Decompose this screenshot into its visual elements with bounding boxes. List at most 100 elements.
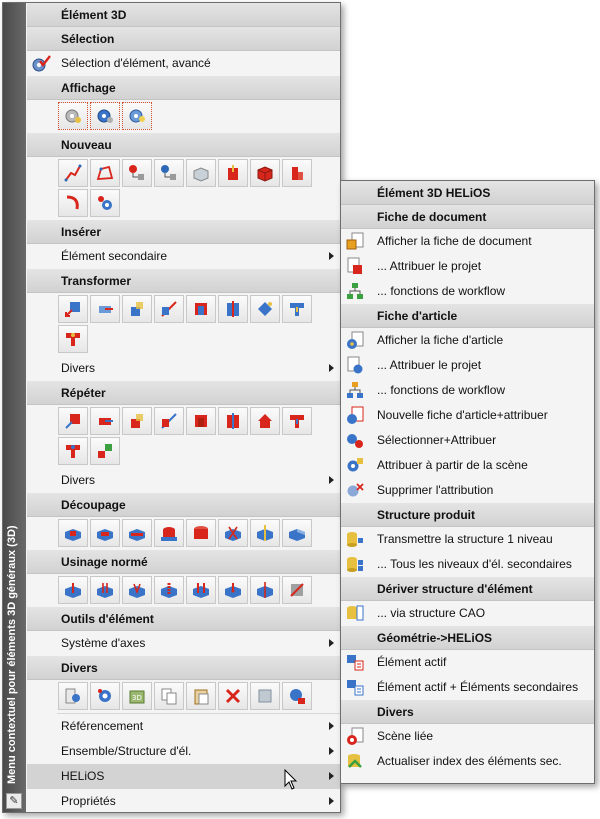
gear-image-icon[interactable] bbox=[282, 682, 312, 710]
paste-clipboard-icon[interactable] bbox=[186, 682, 216, 710]
menu-item-transformer-divers[interactable]: Divers bbox=[27, 356, 340, 381]
menu-item-secondary-element[interactable]: Élément secondaire bbox=[27, 244, 340, 269]
drill-hole-icon[interactable] bbox=[58, 576, 88, 604]
menu-item-label: Propriétés bbox=[61, 794, 116, 808]
menu-item-doc-workflow[interactable]: ... fonctions de workflow bbox=[341, 279, 594, 304]
repeat-move-icon[interactable] bbox=[58, 407, 88, 435]
translate-element-icon[interactable] bbox=[90, 295, 120, 323]
hole-pattern-icon[interactable] bbox=[186, 576, 216, 604]
menu-item-show-article[interactable]: Afficher la fiche d'article bbox=[341, 328, 594, 353]
active-element-secondary-icon bbox=[347, 680, 364, 696]
menu-item-show-document[interactable]: Afficher la fiche de document bbox=[341, 229, 594, 254]
menu-item-active-element[interactable]: Élément actif bbox=[341, 650, 594, 675]
menu-item-ensemble-structure[interactable]: Ensemble/Structure d'él. bbox=[27, 739, 340, 764]
cut-box-icon[interactable] bbox=[58, 519, 88, 547]
scale-element-icon[interactable] bbox=[186, 295, 216, 323]
show-element-gear-icon[interactable] bbox=[58, 102, 88, 130]
menu-item-proprietes[interactable]: Propriétés bbox=[27, 789, 340, 814]
menu-item-label: Nouvelle fiche d'article+attribuer bbox=[377, 408, 548, 422]
menu-item-repeter-divers[interactable]: Divers bbox=[27, 468, 340, 493]
menu-item-label: Transmettre la structure 1 niveau bbox=[377, 532, 553, 546]
section-header-selection: Sélection bbox=[27, 27, 340, 51]
repeat-pattern-icon[interactable] bbox=[90, 437, 120, 465]
new-rotation-body-icon[interactable] bbox=[282, 159, 312, 187]
sidebar-title: Menu contextuel pour éléments 3D générau… bbox=[6, 525, 18, 784]
chamfer-edge-icon[interactable] bbox=[282, 576, 312, 604]
new-block-grey-icon[interactable] bbox=[186, 159, 216, 187]
repeat-translate-icon[interactable] bbox=[90, 407, 120, 435]
countersink-icon[interactable] bbox=[122, 576, 152, 604]
3d-attribute-icon[interactable]: 3D bbox=[122, 682, 152, 710]
new-box-red-icon[interactable] bbox=[250, 159, 280, 187]
menu-item-structure-one-level[interactable]: Transmettre la structure 1 niveau bbox=[341, 527, 594, 552]
menu-item-structure-all-levels[interactable]: ... Tous les niveaux d'él. secondaires bbox=[341, 552, 594, 577]
new-sketch-icon[interactable] bbox=[90, 159, 120, 187]
repeat-mirror-icon[interactable] bbox=[154, 407, 184, 435]
copy-document-icon[interactable] bbox=[154, 682, 184, 710]
section-header-nouveau: Nouveau bbox=[27, 133, 340, 157]
menu-item-label: Supprimer l'attribution bbox=[377, 483, 494, 497]
section-header-divers: Divers bbox=[27, 656, 340, 680]
cut-corner-icon[interactable] bbox=[282, 519, 312, 547]
rotate-element-icon[interactable] bbox=[122, 295, 152, 323]
section-header-repeter: Répéter bbox=[27, 381, 340, 405]
menu-item-select-assign[interactable]: Sélectionner+Attribuer bbox=[341, 428, 594, 453]
menu-item-article-assign-project[interactable]: ... Attribuer le projet bbox=[341, 353, 594, 378]
cut-cylinder-icon[interactable] bbox=[154, 519, 184, 547]
linked-scene-icon bbox=[347, 727, 364, 745]
menu-item-referencement[interactable]: Référencement bbox=[27, 714, 340, 739]
new-extrusion-icon[interactable] bbox=[218, 159, 248, 187]
pen-icon[interactable]: ✎ bbox=[6, 793, 22, 809]
menu-item-axis-system[interactable]: Système d'axes bbox=[27, 631, 340, 656]
menu-item-doc-assign-project[interactable]: ... Attribuer le projet bbox=[341, 254, 594, 279]
gear-settings-icon[interactable] bbox=[90, 682, 120, 710]
blind-hole-icon[interactable] bbox=[218, 576, 248, 604]
new-sweep-icon[interactable] bbox=[58, 189, 88, 217]
new-assembly-red-icon[interactable] bbox=[122, 159, 152, 187]
section-header-deriver: Dériver structure d'élément bbox=[341, 577, 594, 601]
workflow-icon bbox=[347, 382, 363, 398]
section-header-fiche-article: Fiche d'article bbox=[341, 304, 594, 328]
cut-slot-icon[interactable] bbox=[122, 519, 152, 547]
section-header-outils: Outils d'élément bbox=[27, 607, 340, 631]
repeat-rotate-icon[interactable] bbox=[122, 407, 152, 435]
properties-gear-icon[interactable] bbox=[58, 682, 88, 710]
cut-scissors-icon[interactable] bbox=[218, 519, 248, 547]
menu-item-new-article-assign[interactable]: Nouvelle fiche d'article+attribuer bbox=[341, 403, 594, 428]
show-element-light-icon[interactable] bbox=[122, 102, 152, 130]
menu-item-remove-assignment[interactable]: Supprimer l'attribution bbox=[341, 478, 594, 503]
repeat-profile-icon[interactable] bbox=[282, 407, 312, 435]
new-polyline-icon[interactable] bbox=[58, 159, 88, 187]
repeat-house-icon[interactable] bbox=[250, 407, 280, 435]
menu-item-advanced-selection[interactable]: Sélection d'élément, avancé bbox=[27, 51, 340, 76]
through-hole-icon[interactable] bbox=[250, 576, 280, 604]
cut-plane-icon[interactable] bbox=[250, 519, 280, 547]
new-assembly-blue-icon[interactable] bbox=[154, 159, 184, 187]
delete-icon[interactable] bbox=[218, 682, 248, 710]
counterbore-icon[interactable] bbox=[90, 576, 120, 604]
menu-item-label: HELiOS bbox=[61, 769, 105, 783]
repeat-profile-blue-icon[interactable] bbox=[58, 437, 88, 465]
menu-item-assign-from-scene[interactable]: Attribuer à partir de la scène bbox=[341, 453, 594, 478]
cut-cylinder-round-icon[interactable] bbox=[186, 519, 216, 547]
cut-pocket-icon[interactable] bbox=[90, 519, 120, 547]
new-gear-tool-icon[interactable] bbox=[90, 189, 120, 217]
menu-item-linked-scene[interactable]: Scène liée bbox=[341, 724, 594, 749]
assign-project-icon bbox=[347, 356, 363, 374]
gear-checkmark-icon bbox=[32, 55, 51, 72]
move-element-icon[interactable] bbox=[58, 295, 88, 323]
grey-structure-icon[interactable] bbox=[250, 682, 280, 710]
rotate-diamond-icon[interactable] bbox=[250, 295, 280, 323]
repeat-scale-icon[interactable] bbox=[186, 407, 216, 435]
menu-item-update-index[interactable]: Actualiser index des éléments sec. bbox=[341, 749, 594, 774]
align-element-icon[interactable] bbox=[218, 295, 248, 323]
menu-item-article-workflow[interactable]: ... fonctions de workflow bbox=[341, 378, 594, 403]
profile-move-icon[interactable] bbox=[282, 295, 312, 323]
show-element-blue-gear-icon[interactable] bbox=[90, 102, 120, 130]
repeat-align-icon[interactable] bbox=[218, 407, 248, 435]
mirror-element-icon[interactable] bbox=[154, 295, 184, 323]
thread-hole-icon[interactable] bbox=[154, 576, 184, 604]
menu-item-via-cad-structure[interactable]: ... via structure CAO bbox=[341, 601, 594, 626]
profile-point-icon[interactable] bbox=[58, 325, 88, 353]
menu-item-active-element-secondary[interactable]: Élément actif + Éléments secondaires bbox=[341, 675, 594, 700]
